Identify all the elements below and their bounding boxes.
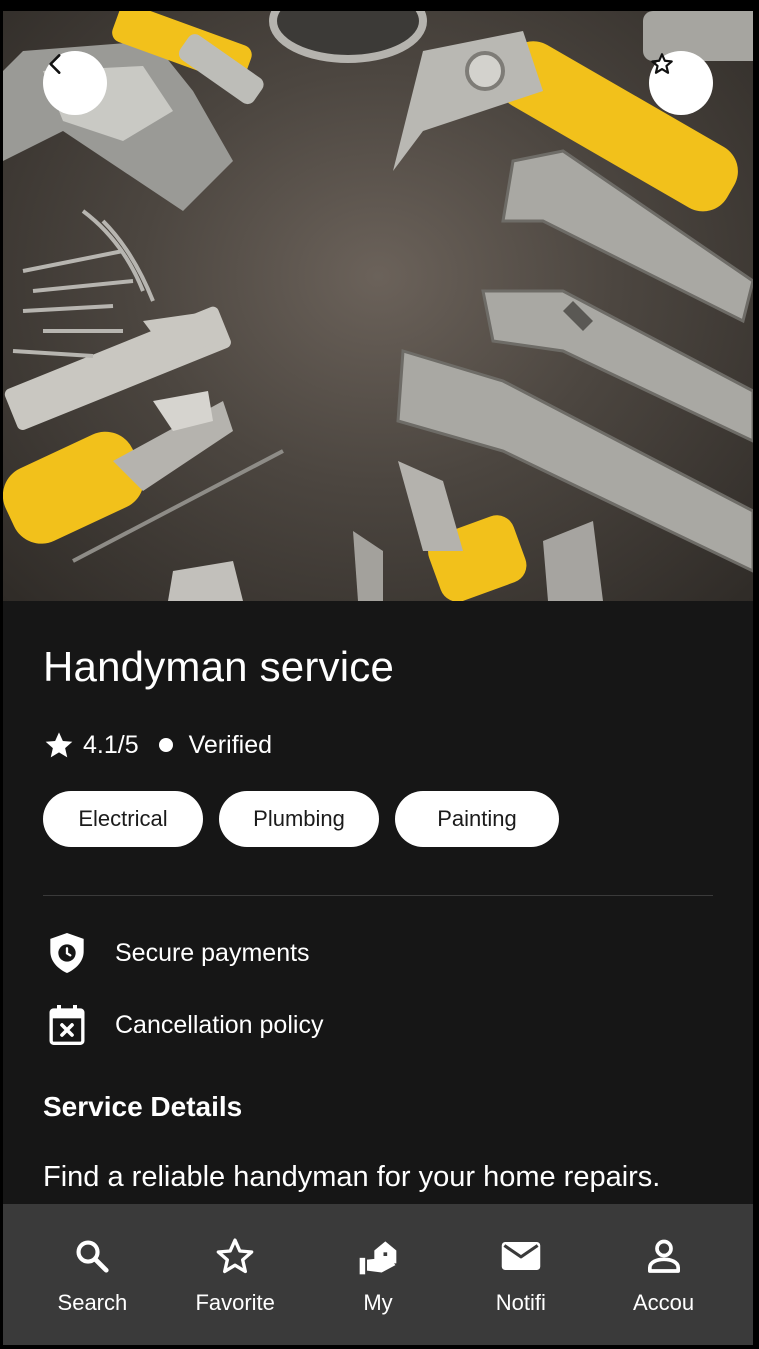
calendar-cancel-icon xyxy=(43,1001,91,1049)
person-icon xyxy=(642,1234,686,1278)
separator-dot xyxy=(158,738,173,752)
nav-item-notifications[interactable]: Notifi xyxy=(461,1204,581,1316)
nav-item-my[interactable]: My xyxy=(318,1204,438,1316)
nav-label-favorite: Favorite xyxy=(195,1290,275,1315)
tools-illustration xyxy=(3,11,753,601)
tag-chips: Electrical Plumbing Painting xyxy=(43,791,559,847)
verified-label: Verified xyxy=(188,730,272,759)
mail-icon xyxy=(499,1234,543,1278)
hero-image xyxy=(3,11,753,601)
service-title: Handyman service xyxy=(43,643,395,690)
chip-plumbing[interactable]: Plumbing xyxy=(219,791,379,847)
bottom-navigation: Search Favorite My Notifi Accou xyxy=(3,1204,753,1345)
back-button[interactable] xyxy=(43,51,107,115)
nav-label-search: Search xyxy=(57,1290,128,1315)
chevron-left-icon xyxy=(49,54,61,74)
nav-item-account[interactable]: Accou xyxy=(604,1204,724,1316)
favorite-button[interactable] xyxy=(649,51,713,115)
search-icon xyxy=(70,1234,114,1278)
star-filled-icon xyxy=(45,732,73,758)
nav-item-favorite[interactable]: Favorite xyxy=(175,1204,295,1316)
cancellation-policy-row[interactable]: Cancellation policy xyxy=(43,1001,323,1049)
secure-payments-label: Secure payments xyxy=(115,938,310,967)
secure-payments-row[interactable]: Secure payments xyxy=(43,929,310,977)
service-details-heading: Service Details xyxy=(43,1091,243,1122)
cancellation-policy-label: Cancellation policy xyxy=(115,1010,324,1039)
rating-value: 4.1/5 xyxy=(83,730,139,759)
chip-painting[interactable]: Painting xyxy=(395,791,559,847)
nav-label-account: Accou xyxy=(633,1290,695,1315)
service-description: Find a reliable handyman for your home r… xyxy=(43,1161,661,1193)
shield-clock-icon xyxy=(43,929,91,977)
service-detail-screen: Handyman service 4.1/5 Verified Electric… xyxy=(3,11,753,1345)
nav-label-my: My xyxy=(363,1290,393,1315)
star-outline-icon xyxy=(213,1234,257,1278)
nav-label-notifications: Notifi xyxy=(495,1290,546,1315)
nav-item-search[interactable]: Search xyxy=(32,1204,152,1316)
my-services-icon xyxy=(356,1234,400,1278)
star-outline-icon xyxy=(651,53,673,74)
rating-row: 4.1/5 Verified xyxy=(43,727,272,763)
chip-electrical[interactable]: Electrical xyxy=(43,791,203,847)
divider xyxy=(43,895,713,896)
